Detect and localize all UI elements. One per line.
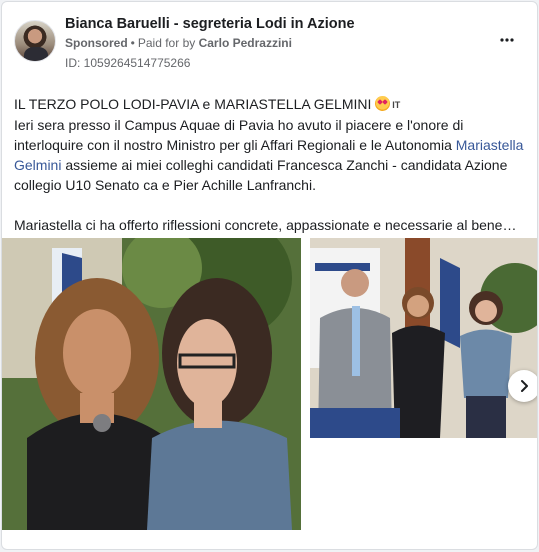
sponsored-label[interactable]: Sponsored — [65, 36, 128, 50]
post-paragraph-2[interactable]: Mariastella ci ha offerto riflessioni co… — [14, 215, 530, 235]
more-options-button[interactable] — [495, 32, 519, 48]
post-header: Bianca Baruelli - segreteria Lodi in Azi… — [2, 2, 537, 82]
photo-group-image — [310, 238, 537, 438]
sponsored-line: Sponsored • Paid for by Carlo Pedrazzini — [65, 36, 292, 50]
headline-text: IL TERZO POLO LODI-PAVIA e MARIASTELLA G… — [14, 96, 376, 112]
paragraph-1-text-a: Ieri sera presso il Campus Aquae di Pavi… — [14, 117, 464, 153]
more-horizontal-icon — [500, 38, 514, 42]
post-message: IL TERZO POLO LODI-PAVIA e MARIASTELLA G… — [14, 94, 530, 235]
avatar[interactable] — [14, 20, 56, 62]
italy-flag-icon: IT — [392, 100, 401, 110]
chevron-right-icon — [521, 380, 528, 392]
heart-eyes-emoji-icon — [375, 96, 391, 111]
paid-for-name: Carlo Pedrazzini — [198, 36, 292, 50]
dot-separator: • — [130, 36, 135, 50]
paid-for-prefix: Paid for by — [137, 36, 196, 50]
carousel-photo-1[interactable] — [2, 238, 301, 530]
photo-two-women-image — [2, 238, 301, 530]
page-name-link[interactable]: Bianca Baruelli - segreteria Lodi in Azi… — [65, 16, 355, 32]
carousel-photo-2[interactable] — [310, 238, 537, 438]
image-carousel — [2, 238, 537, 538]
ad-id: ID: 1059264514775266 — [65, 56, 191, 70]
post-headline: IL TERZO POLO LODI-PAVIA e MARIASTELLA G… — [14, 94, 530, 115]
carousel-next-button[interactable] — [508, 370, 537, 402]
paragraph-1-text-b: assieme ai miei colleghi candidati Franc… — [14, 157, 508, 193]
ad-card: Bianca Baruelli - segreteria Lodi in Azi… — [1, 1, 538, 550]
avatar-figure — [24, 47, 48, 61]
post-paragraph-1: Ieri sera presso il Campus Aquae di Pavi… — [14, 115, 530, 195]
